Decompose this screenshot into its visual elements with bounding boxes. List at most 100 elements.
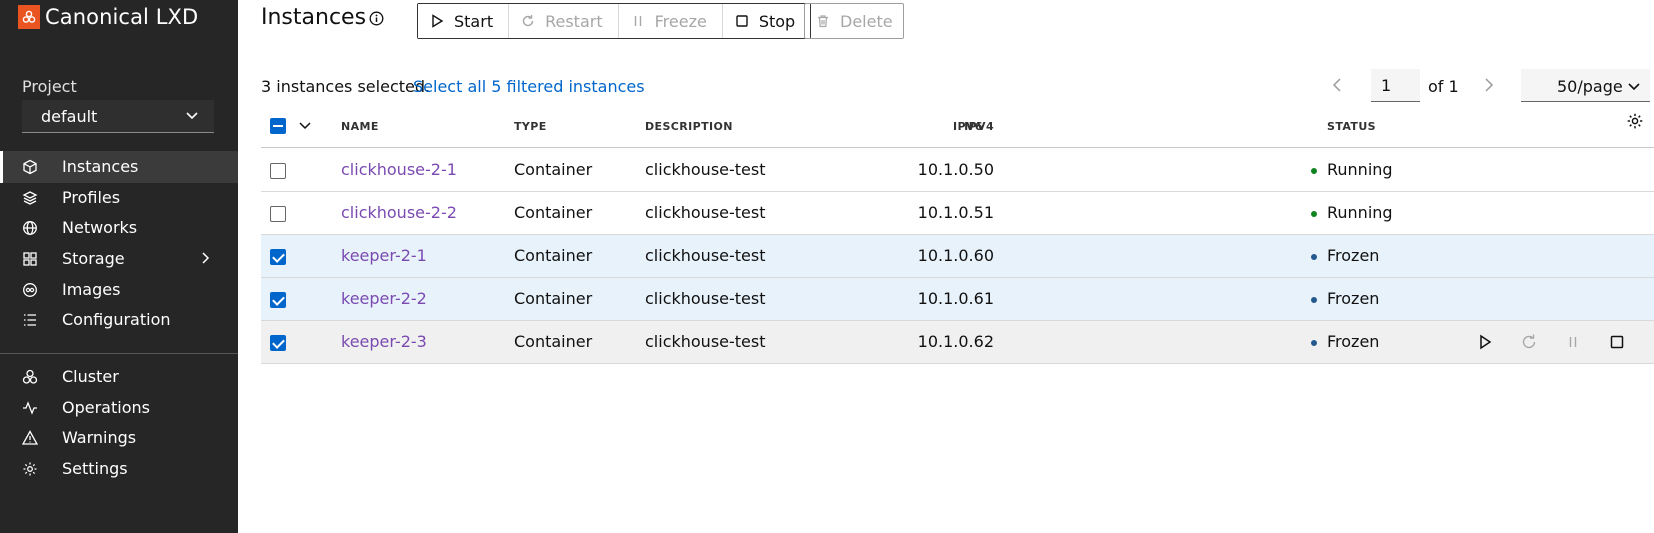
sidebar-item-label: Settings bbox=[62, 459, 128, 478]
sidebar-item-label: Configuration bbox=[62, 310, 171, 329]
instance-description: clickhouse-test bbox=[645, 160, 766, 179]
table-header: NAME TYPE DESCRIPTION IPV4 IPV6 STATUS bbox=[261, 110, 1654, 148]
page-number-input[interactable] bbox=[1371, 69, 1420, 102]
stop-button[interactable]: Stop bbox=[722, 4, 811, 38]
status-frozen-icon bbox=[1311, 297, 1317, 303]
column-header-description[interactable]: DESCRIPTION bbox=[645, 120, 733, 133]
sidebar-item-operations[interactable]: Operations bbox=[0, 392, 238, 424]
project-select[interactable]: default bbox=[22, 100, 214, 133]
freeze-label: Freeze bbox=[654, 11, 707, 31]
instance-ipv4: 10.1.0.50 bbox=[917, 160, 994, 179]
instance-action-buttons: Start Restart Freeze Stop bbox=[417, 3, 812, 39]
select-all-link[interactable]: Select all 5 filtered instances bbox=[413, 77, 645, 96]
status-frozen-icon bbox=[1311, 254, 1317, 260]
sidebar-item-images[interactable]: Images bbox=[0, 274, 238, 306]
stop-icon[interactable] bbox=[1608, 333, 1626, 351]
networks-icon bbox=[23, 221, 37, 235]
instance-type: Container bbox=[514, 332, 593, 351]
table-row[interactable]: keeper-2-3 Container clickhouse-test 10.… bbox=[261, 321, 1654, 364]
warnings-icon bbox=[22, 430, 38, 445]
page-count: of 1 bbox=[1428, 77, 1459, 96]
sidebar-item-settings[interactable]: Settings bbox=[0, 453, 238, 485]
row-checkbox[interactable] bbox=[270, 163, 286, 179]
row-actions bbox=[1476, 333, 1626, 351]
app-title: Canonical LXD bbox=[45, 5, 199, 29]
instance-type: Container bbox=[514, 160, 593, 179]
instance-ipv4: 10.1.0.62 bbox=[917, 332, 994, 351]
restart-label: Restart bbox=[545, 11, 603, 31]
instance-name-link[interactable]: clickhouse-2-2 bbox=[341, 203, 457, 222]
configuration-icon bbox=[24, 314, 36, 326]
row-checkbox[interactable] bbox=[270, 249, 286, 265]
sidebar-item-warnings[interactable]: Warnings bbox=[0, 422, 238, 454]
trash-icon bbox=[818, 15, 828, 28]
instance-status: Running bbox=[1327, 203, 1393, 222]
settings-icon bbox=[23, 462, 37, 476]
sidebar-item-storage[interactable]: Storage bbox=[0, 243, 238, 275]
instance-status: Running bbox=[1327, 160, 1393, 179]
storage-icon bbox=[23, 252, 37, 266]
column-header-ipv6[interactable]: IPV6 bbox=[953, 120, 983, 133]
instance-ipv4: 10.1.0.51 bbox=[917, 203, 994, 222]
sidebar-item-label: Images bbox=[62, 280, 121, 299]
column-header-name[interactable]: NAME bbox=[341, 120, 379, 133]
sidebar-item-label: Cluster bbox=[62, 367, 119, 386]
instance-name-link[interactable]: keeper-2-1 bbox=[341, 246, 427, 265]
instance-description: clickhouse-test bbox=[645, 332, 766, 351]
images-icon bbox=[23, 283, 37, 297]
per-page-value: 50/page bbox=[1557, 77, 1623, 96]
sidebar-item-profiles[interactable]: Profiles bbox=[0, 182, 238, 214]
instance-name-link[interactable]: keeper-2-2 bbox=[341, 289, 427, 308]
pause-icon[interactable] bbox=[1564, 333, 1582, 351]
brand[interactable]: Canonical LXD bbox=[18, 5, 198, 29]
instance-type: Container bbox=[514, 246, 593, 265]
status-running-icon bbox=[1311, 168, 1317, 174]
instance-type: Container bbox=[514, 203, 593, 222]
sidebar-divider bbox=[0, 353, 238, 354]
sidebar-item-cluster[interactable]: Cluster bbox=[0, 361, 238, 393]
row-checkbox[interactable] bbox=[270, 335, 286, 351]
start-button[interactable]: Start bbox=[418, 4, 510, 38]
column-header-status[interactable]: STATUS bbox=[1327, 120, 1376, 133]
play-icon[interactable] bbox=[1476, 333, 1494, 351]
table-row[interactable]: clickhouse-2-1 Container clickhouse-test… bbox=[261, 149, 1654, 192]
profiles-icon bbox=[22, 191, 38, 205]
row-checkbox[interactable] bbox=[270, 292, 286, 308]
page-title: Instances bbox=[261, 5, 367, 30]
instance-name-link[interactable]: keeper-2-3 bbox=[341, 332, 427, 351]
sidebar-item-label: Operations bbox=[62, 398, 150, 417]
next-page-icon[interactable] bbox=[1482, 76, 1496, 94]
sidebar-item-instances[interactable]: Instances bbox=[0, 151, 238, 183]
sidebar-item-networks[interactable]: Networks bbox=[0, 212, 238, 244]
select-all-checkbox[interactable] bbox=[270, 118, 286, 134]
restart-icon bbox=[522, 15, 534, 27]
previous-page-icon[interactable] bbox=[1330, 76, 1344, 94]
sidebar: Canonical LXD Project default Instances … bbox=[0, 0, 238, 533]
freeze-button[interactable]: Freeze bbox=[618, 4, 723, 38]
column-header-type[interactable]: TYPE bbox=[514, 120, 547, 133]
instance-status: Frozen bbox=[1327, 246, 1380, 265]
instance-type: Container bbox=[514, 289, 593, 308]
instance-description: clickhouse-test bbox=[645, 246, 766, 265]
sidebar-item-label: Profiles bbox=[62, 188, 121, 207]
table-row[interactable]: clickhouse-2-2 Container clickhouse-test… bbox=[261, 192, 1654, 235]
table-row[interactable]: keeper-2-2 Container clickhouse-test 10.… bbox=[261, 278, 1654, 321]
restart-icon[interactable] bbox=[1520, 333, 1538, 351]
delete-button[interactable]: Delete bbox=[804, 3, 904, 39]
sidebar-item-configuration[interactable]: Configuration bbox=[0, 304, 238, 336]
per-page-select[interactable]: 50/page bbox=[1521, 69, 1650, 102]
table-row[interactable]: keeper-2-1 Container clickhouse-test 10.… bbox=[261, 235, 1654, 278]
cluster-icon bbox=[22, 369, 38, 384]
chevron-right-icon bbox=[202, 252, 210, 264]
restart-button[interactable]: Restart bbox=[509, 4, 619, 38]
project-label: Project bbox=[22, 77, 77, 96]
info-icon[interactable] bbox=[369, 11, 384, 26]
chevron-down-icon[interactable] bbox=[298, 118, 312, 132]
row-checkbox[interactable] bbox=[270, 206, 286, 222]
stop-icon bbox=[736, 15, 748, 27]
instance-name-link[interactable]: clickhouse-2-1 bbox=[341, 160, 457, 179]
instance-description: clickhouse-test bbox=[645, 203, 766, 222]
gear-icon[interactable] bbox=[1626, 112, 1644, 130]
app-window: Canonical LXD Project default Instances … bbox=[0, 0, 1654, 533]
status-frozen-icon bbox=[1311, 340, 1317, 346]
